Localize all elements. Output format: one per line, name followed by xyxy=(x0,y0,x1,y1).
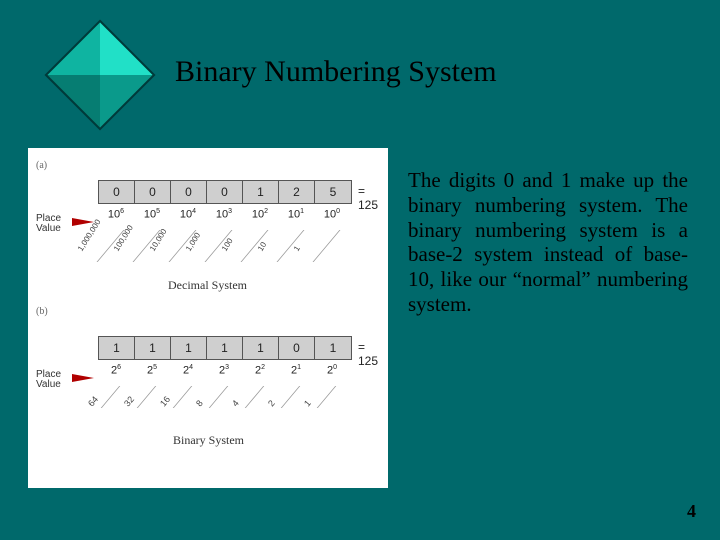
pv: 10 xyxy=(180,209,192,221)
exp: 6 xyxy=(117,364,121,371)
figure-panel: (a) 0 0 0 0 1 2 5 = 125 Place Value 106 … xyxy=(28,148,388,488)
page-number: 4 xyxy=(687,501,696,522)
exp: 4 xyxy=(192,208,196,215)
body-paragraph: The digits 0 and 1 make up the binary nu… xyxy=(408,168,688,317)
binary-digit-row: 1 1 1 1 1 0 1 xyxy=(98,336,352,360)
exp: 0 xyxy=(333,364,337,371)
diamond-bullet-icon xyxy=(40,15,160,135)
exp: 2 xyxy=(261,364,265,371)
decimal-power-row: 106 105 104 103 102 101 100 xyxy=(98,208,350,221)
pv: 10 xyxy=(108,209,120,221)
exp: 4 xyxy=(189,364,193,371)
pv: 10 xyxy=(324,209,336,221)
binary-digit: 1 xyxy=(243,337,279,359)
exp: 5 xyxy=(156,208,160,215)
decimal-digit: 0 xyxy=(135,181,171,203)
part-a-label: (a) xyxy=(36,160,47,171)
binary-caption: Binary System xyxy=(173,433,244,448)
binary-result: = 125 xyxy=(358,340,388,368)
decimal-place-value-label: Place Value xyxy=(36,214,76,234)
exp: 1 xyxy=(297,364,301,371)
exp: 0 xyxy=(336,208,340,215)
decimal-digit: 0 xyxy=(207,181,243,203)
exp: 5 xyxy=(153,364,157,371)
pv: 10 xyxy=(252,209,264,221)
pv: 10 xyxy=(144,209,156,221)
decimal-digit: 0 xyxy=(171,181,207,203)
binary-digit: 0 xyxy=(279,337,315,359)
decimal-caption: Decimal System xyxy=(168,278,247,293)
decimal-result: = 125 xyxy=(358,184,388,212)
exp: 2 xyxy=(264,208,268,215)
binary-digit: 1 xyxy=(99,337,135,359)
binary-digit: 1 xyxy=(315,337,351,359)
exp: 6 xyxy=(120,208,124,215)
decimal-digit: 1 xyxy=(243,181,279,203)
part-b-label: (b) xyxy=(36,306,48,317)
decimal-digit: 5 xyxy=(315,181,351,203)
pv: 10 xyxy=(216,209,228,221)
pv: 10 xyxy=(288,209,300,221)
binary-place-value-label: Place Value xyxy=(36,370,76,390)
decimal-digit-row: 0 0 0 0 1 2 5 xyxy=(98,180,352,204)
binary-power-row: 26 25 24 23 22 21 20 xyxy=(98,364,350,377)
arrow-icon xyxy=(72,374,94,382)
decimal-digit: 0 xyxy=(99,181,135,203)
binary-digit: 1 xyxy=(171,337,207,359)
binary-placevalue: 64 xyxy=(86,394,100,408)
slide-title: Binary Numbering System xyxy=(175,55,497,89)
exp: 3 xyxy=(228,208,232,215)
exp: 3 xyxy=(225,364,229,371)
binary-digit: 1 xyxy=(135,337,171,359)
binary-digit: 1 xyxy=(207,337,243,359)
exp: 1 xyxy=(300,208,304,215)
decimal-digit: 2 xyxy=(279,181,315,203)
